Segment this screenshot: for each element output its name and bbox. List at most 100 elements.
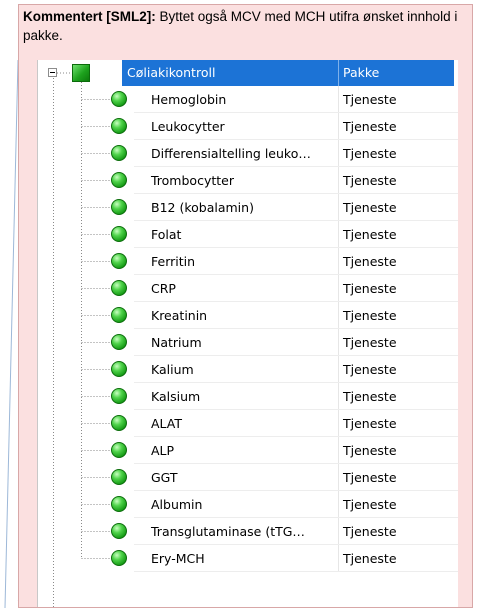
green-dot-icon [111, 253, 127, 269]
tree-item-row[interactable]: Kalsium Tjeneste [38, 383, 458, 410]
green-dot-icon [111, 280, 127, 296]
item-name: Folat [151, 227, 182, 242]
item-type: Tjeneste [343, 551, 397, 566]
item-name: Ferritin [151, 254, 196, 269]
green-dot-icon [111, 226, 127, 242]
item-type: Tjeneste [343, 335, 397, 350]
tree-item-row[interactable]: CRP Tjeneste [38, 275, 458, 302]
collapse-icon[interactable] [48, 68, 57, 77]
item-type: Tjeneste [343, 497, 397, 512]
green-dot-icon [111, 496, 127, 512]
item-type: Tjeneste [343, 119, 397, 134]
green-dot-icon [111, 307, 127, 323]
column-separator [338, 221, 339, 248]
comment-balloon[interactable]: Kommentert [SML2]: Byttet også MCV med M… [18, 4, 473, 608]
column-separator [338, 194, 339, 221]
item-name: Trombocytter [151, 173, 234, 188]
green-dot-icon [111, 118, 127, 134]
item-type: Tjeneste [343, 389, 397, 404]
tree-item-row[interactable]: Hemoglobin Tjeneste [38, 86, 458, 113]
package-tree[interactable]: Cøliakikontroll Pakke Hemoglobin Tjeneste… [37, 60, 458, 607]
item-type: Tjeneste [343, 443, 397, 458]
column-separator [338, 113, 339, 140]
column-separator [338, 383, 339, 410]
group-name: Cøliakikontroll [127, 65, 216, 80]
column-separator [338, 518, 339, 545]
item-name: Natrium [151, 335, 202, 350]
item-name: Albumin [151, 497, 203, 512]
column-separator [338, 437, 339, 464]
tree-item-row[interactable]: Natrium Tjeneste [38, 329, 458, 356]
tree-item-row[interactable]: Ery-MCH Tjeneste [38, 545, 458, 572]
comment-text: Kommentert [SML2]: Byttet også MCV med M… [23, 7, 463, 45]
item-name: Differensialtelling leuko… [151, 146, 311, 161]
item-name: ALP [151, 443, 175, 458]
tree-item-row[interactable]: Transglutaminase (tTG… Tjeneste [38, 518, 458, 545]
item-name: Kalium [151, 362, 194, 377]
item-name: Ery-MCH [151, 551, 205, 566]
green-dot-icon [111, 415, 127, 431]
item-type: Tjeneste [343, 362, 397, 377]
item-type: Tjeneste [343, 416, 397, 431]
item-name: Kreatinin [151, 308, 208, 323]
item-type: Tjeneste [343, 200, 397, 215]
item-name: Hemoglobin [151, 92, 227, 107]
comment-author: Kommentert [SML2]: [23, 9, 156, 24]
item-type: Tjeneste [343, 92, 397, 107]
tree-item-row[interactable]: ALP Tjeneste [38, 437, 458, 464]
item-name: GGT [151, 470, 178, 485]
column-separator [338, 464, 339, 491]
item-type: Tjeneste [343, 524, 397, 539]
column-separator [338, 140, 339, 167]
item-type: Tjeneste [343, 227, 397, 242]
tree-item-row[interactable]: B12 (kobalamin) Tjeneste [38, 194, 458, 221]
column-separator [338, 410, 339, 437]
tree-item-row[interactable]: Ferritin Tjeneste [38, 248, 458, 275]
green-dot-icon [111, 172, 127, 188]
column-separator [338, 248, 339, 275]
item-name: Leukocytter [151, 119, 225, 134]
item-type: Tjeneste [343, 146, 397, 161]
tree-item-row[interactable]: GGT Tjeneste [38, 464, 458, 491]
green-dot-icon [111, 388, 127, 404]
green-dot-icon [111, 334, 127, 350]
tree-item-row[interactable]: ALAT Tjeneste [38, 410, 458, 437]
column-separator [338, 545, 339, 572]
group-type: Pakke [343, 65, 380, 80]
item-type: Tjeneste [343, 254, 397, 269]
item-type: Tjeneste [343, 470, 397, 485]
column-separator [338, 275, 339, 302]
green-square-icon [72, 64, 90, 82]
green-dot-icon [111, 523, 127, 539]
item-name: Kalsium [151, 389, 201, 404]
item-name: ALAT [151, 416, 183, 431]
green-dot-icon [111, 199, 127, 215]
tree-group-row[interactable]: Cøliakikontroll Pakke [38, 60, 458, 86]
item-name: Transglutaminase (tTG… [151, 524, 305, 539]
item-type: Tjeneste [343, 308, 397, 323]
item-name: B12 (kobalamin) [151, 200, 254, 215]
column-separator [338, 86, 339, 113]
column-separator [338, 60, 339, 86]
tree-item-row[interactable]: Trombocytter Tjeneste [38, 167, 458, 194]
item-type: Tjeneste [343, 281, 397, 296]
tree-item-row[interactable]: Kalium Tjeneste [38, 356, 458, 383]
column-separator [338, 329, 339, 356]
item-type: Tjeneste [343, 173, 397, 188]
column-separator [338, 356, 339, 383]
column-separator [338, 491, 339, 518]
green-dot-icon [111, 442, 127, 458]
column-separator [338, 302, 339, 329]
green-dot-icon [111, 145, 127, 161]
green-dot-icon [111, 550, 127, 566]
green-dot-icon [111, 91, 127, 107]
tree-item-row[interactable]: Albumin Tjeneste [38, 491, 458, 518]
green-dot-icon [111, 469, 127, 485]
tree-item-row[interactable]: Differensialtelling leuko… Tjeneste [38, 140, 458, 167]
tree-item-row[interactable]: Kreatinin Tjeneste [38, 302, 458, 329]
green-dot-icon [111, 361, 127, 377]
tree-item-row[interactable]: Folat Tjeneste [38, 221, 458, 248]
tree-item-row[interactable]: Leukocytter Tjeneste [38, 113, 458, 140]
item-name: CRP [151, 281, 176, 296]
column-separator [338, 167, 339, 194]
